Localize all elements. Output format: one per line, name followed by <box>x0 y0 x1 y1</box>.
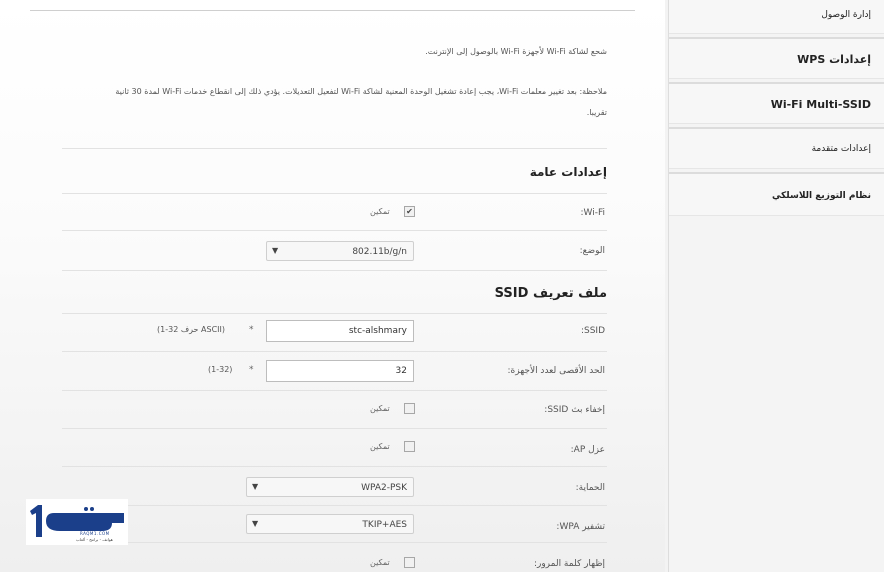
required-mark: * <box>249 325 254 335</box>
divider <box>62 505 607 506</box>
sidebar-item-wds[interactable]: نظام التوزيع اللاسلكي <box>669 172 884 216</box>
security-select[interactable]: ▼ WPA2-PSK <box>246 477 414 497</box>
sidebar-item-wps-settings[interactable]: إعدادات WPS <box>669 37 884 79</box>
sidebar-item-advanced-settings[interactable]: إعدادات متقدمة <box>669 127 884 169</box>
caret-down-icon: ▼ <box>252 519 259 528</box>
ssid-label: SSID: <box>580 326 605 336</box>
divider <box>62 466 607 467</box>
wifi-label: Wi-Fi: <box>580 208 605 218</box>
max-devices-hint: (1-32) <box>208 365 233 374</box>
raqm1-watermark-logo: RAQM1.COM هواتف - برامج - ألعاب <box>26 499 128 545</box>
sidebar-item-label: إعدادات متقدمة <box>811 144 871 154</box>
divider <box>62 542 607 543</box>
max-devices-label: الحد الأقصى لعدد الأجهزة: <box>507 366 605 376</box>
general-settings-heading: إعدادات عامة <box>529 165 607 179</box>
wifi-enable-checkbox[interactable]: ✔ <box>404 206 415 217</box>
divider <box>62 270 607 271</box>
divider <box>62 390 607 391</box>
logo-site: RAQM1.COM <box>80 531 110 536</box>
ssid-profile-heading: ملف تعريف SSID <box>494 286 607 301</box>
divider <box>62 230 607 231</box>
ap-isolation-text: تمكين <box>370 442 390 451</box>
security-label: الحماية: <box>575 483 605 493</box>
ssid-input[interactable]: stc-alshmary <box>266 320 414 342</box>
security-select-value: WPA2-PSK <box>361 483 407 493</box>
divider <box>62 351 607 352</box>
ap-isolation-label: عزل AP: <box>570 445 605 455</box>
wpa-encryption-select-value: TKIP+AES <box>362 520 407 530</box>
required-mark: * <box>249 365 254 375</box>
max-devices-input[interactable]: 32 <box>266 360 414 382</box>
ssid-length-hint: (1-32 حرف ASCII) <box>157 325 226 334</box>
divider <box>62 148 607 149</box>
check-icon: ✔ <box>406 207 413 216</box>
show-password-label: إظهار كلمة المرور: <box>533 559 605 569</box>
hide-ssid-checkbox[interactable] <box>404 403 415 414</box>
wifi-enable-text: تمكين <box>370 207 390 216</box>
sidebar-item-label: إعدادات WPS <box>797 53 871 66</box>
hide-ssid-label: إخفاء بث SSID: <box>544 405 605 415</box>
show-password-text: تمكين <box>370 558 390 567</box>
mode-label: الوضع: <box>579 246 605 256</box>
caret-down-icon: ▼ <box>252 482 259 491</box>
sidebar-item-label: نظام التوزيع اللاسلكي <box>771 191 871 201</box>
sidebar-item-label: Wi-Fi Multi-SSID <box>770 98 871 111</box>
divider <box>62 313 607 314</box>
mode-select-value: 802.11b/g/n <box>352 247 407 257</box>
intro-note: ملاحظة: بعد تغيير معلمات Wi-Fi، يجب إعاد… <box>115 87 607 96</box>
sidebar: إدارة الوصول إعدادات WPS Wi-Fi Multi-SSI… <box>668 0 884 572</box>
divider <box>62 428 607 429</box>
intro-note-continued: تقريبا. <box>586 108 607 117</box>
wpa-encryption-label: تشفير WPA: <box>556 522 605 532</box>
hide-ssid-text: تمكين <box>370 404 390 413</box>
sidebar-item-multi-ssid[interactable]: Wi-Fi Multi-SSID <box>669 82 884 124</box>
wpa-encryption-select[interactable]: ▼ TKIP+AES <box>246 514 414 534</box>
intro-description: شحع لشاكة Wi-Fi لأجهزة Wi-Fi بالوصول إلى… <box>425 47 607 56</box>
caret-down-icon: ▼ <box>272 246 279 255</box>
mode-select[interactable]: ▼ 802.11b/g/n <box>266 241 414 261</box>
divider <box>62 193 607 194</box>
top-frame-border <box>30 0 635 11</box>
show-password-checkbox[interactable] <box>404 557 415 568</box>
main-content: شحع لشاكة Wi-Fi لأجهزة Wi-Fi بالوصول إلى… <box>0 0 665 572</box>
ap-isolation-checkbox[interactable] <box>404 441 415 452</box>
logo-tagline: هواتف - برامج - ألعاب <box>76 537 113 542</box>
sidebar-item-label: إدارة الوصول <box>821 10 871 20</box>
sidebar-item-access-management[interactable]: إدارة الوصول <box>669 0 884 34</box>
